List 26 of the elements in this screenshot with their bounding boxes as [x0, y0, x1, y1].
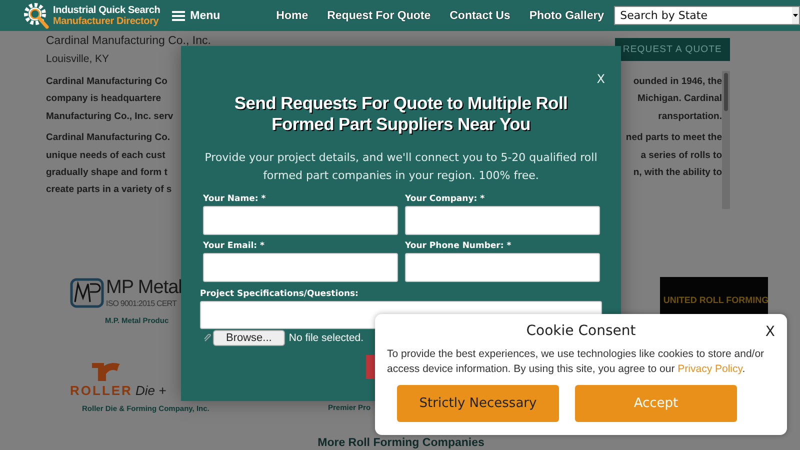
- paragraph-text: Cardinal Manufacturing Co: [46, 75, 168, 89]
- field-label: Project Specifications/Questions:: [200, 289, 360, 299]
- field-label: Your Name: *: [203, 194, 267, 204]
- paragraph-text: ned parts to meet the: [626, 131, 722, 146]
- field-label: Your Company: *: [405, 194, 486, 204]
- paragraph-text: gradually shape and form t: [46, 166, 168, 180]
- paragraph-text: a series of rolls to: [640, 148, 722, 163]
- field-label: Your Email: *: [203, 241, 266, 251]
- section-heading: More Roll Forming Companies: [316, 437, 486, 449]
- paragraph-text: n, with the ability to: [633, 166, 722, 180]
- consent-text: To provide the best experiences, we use technologies like cookies to store and/or access device information. By using this site, you agree to our Privacy Policy.: [387, 347, 766, 377]
- company-location: Louisville, KY: [46, 53, 110, 65]
- dialog-title: Cookie Consent: [526, 323, 636, 339]
- paragraph-text: Michigan. Cardinal: [638, 92, 722, 106]
- paragraph-text: unique needs of each cust: [46, 148, 166, 163]
- field-label: Your Phone Number: *: [405, 241, 512, 251]
- dialog-title: Send Requests For Quote to Multiple Roll Formed Part Suppliers Near You: [233, 93, 569, 135]
- paragraph-text: ounded in 1946, the: [633, 75, 722, 89]
- company-name: Cardinal Manufacturing Co., Inc.: [46, 35, 211, 48]
- paragraph-text: ransportation.: [658, 110, 722, 124]
- paragraph-text: Manufacturing Co., Inc. serv: [46, 110, 174, 124]
- dialog-intro: Provide your project details, and we'll connect you to 5-20 qualified roll formed part companies in your region. 100% free.: [204, 150, 598, 184]
- paragraph-text: create parts in a variety of s: [46, 183, 172, 198]
- file-status: No file selected.: [288, 332, 364, 344]
- paragraph-text: company is headquartere: [46, 92, 162, 106]
- paragraph-text: Cardinal Manufacturing Co.: [46, 131, 170, 146]
